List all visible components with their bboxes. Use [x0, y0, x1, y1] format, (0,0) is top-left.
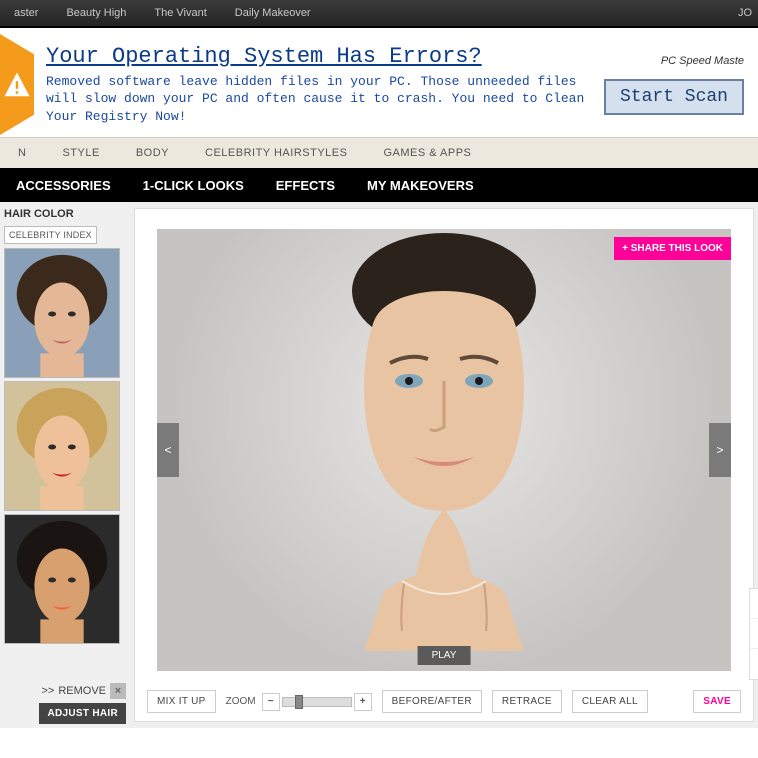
- network-link[interactable]: Daily Makeover: [221, 7, 325, 19]
- warning-icon: [0, 34, 34, 135]
- network-link[interactable]: aster: [0, 7, 52, 19]
- play-button[interactable]: PLAY: [418, 646, 471, 665]
- canvas: + SHARE THIS LOOK < > PLAY: [147, 219, 741, 680]
- nav-item[interactable]: CELEBRITY HAIRSTYLES: [187, 147, 365, 159]
- secondary-nav: N STYLE BODY CELEBRITY HAIRSTYLES GAMES …: [0, 138, 758, 168]
- celeb-thumb[interactable]: [4, 381, 120, 511]
- sidebar: HAIR COLOR CELEBRITY INDEX >> REMOVE × A…: [0, 202, 130, 728]
- ad-body: Removed software leave hidden files in y…: [46, 73, 592, 126]
- next-button[interactable]: >: [709, 423, 731, 477]
- bottom-toolbar: MIX IT UP ZOOM − + BEFORE/AFTER RETRACE …: [135, 684, 753, 721]
- ad-headline: Your Operating System Has Errors?: [46, 44, 592, 69]
- zoom-in-button[interactable]: +: [354, 693, 372, 711]
- network-link[interactable]: Beauty High: [52, 7, 140, 19]
- celebrity-index-tab[interactable]: CELEBRITY INDEX: [4, 226, 97, 244]
- mix-it-up-button[interactable]: MIX IT UP: [147, 690, 216, 713]
- zoom-control: ZOOM − +: [226, 693, 372, 711]
- tab-1click-looks[interactable]: 1-CLICK LOOKS: [127, 178, 260, 193]
- main-area: HAIR COLOR CELEBRITY INDEX >> REMOVE × A…: [0, 202, 758, 728]
- share-this-look-button[interactable]: + SHARE THIS LOOK: [614, 237, 731, 260]
- prev-button[interactable]: <: [157, 423, 179, 477]
- save-button[interactable]: SAVE: [693, 690, 741, 713]
- close-icon[interactable]: ×: [110, 683, 126, 699]
- model-illustration: [294, 231, 594, 651]
- print-icon[interactable]: [750, 589, 758, 619]
- retrace-button[interactable]: RETRACE: [492, 690, 562, 713]
- ad-copy: Your Operating System Has Errors? Remove…: [34, 44, 604, 126]
- start-scan-button[interactable]: Start Scan: [604, 79, 744, 115]
- zoom-slider[interactable]: [282, 697, 352, 707]
- remove-button[interactable]: REMOVE: [58, 685, 106, 697]
- zoom-label: ZOOM: [226, 696, 256, 707]
- nav-item[interactable]: BODY: [118, 147, 187, 159]
- celeb-thumb[interactable]: [4, 248, 120, 378]
- zoom-slider-thumb[interactable]: [295, 695, 303, 709]
- network-links: aster Beauty High The Vivant Daily Makeo…: [0, 7, 325, 19]
- download-icon[interactable]: [750, 619, 758, 649]
- celeb-thumb[interactable]: [4, 514, 120, 644]
- top-right-link[interactable]: JO: [738, 7, 758, 19]
- save-disk-icon[interactable]: [750, 649, 758, 679]
- nav-item[interactable]: GAMES & APPS: [365, 147, 489, 159]
- remove-row: >> REMOVE ×: [41, 683, 126, 699]
- zoom-out-button[interactable]: −: [262, 693, 280, 711]
- sidebar-heading: HAIR COLOR: [0, 202, 130, 226]
- model-image: + SHARE THIS LOOK < > PLAY: [157, 229, 731, 671]
- network-link[interactable]: The Vivant: [140, 7, 220, 19]
- adjust-hair-button[interactable]: ADJUST HAIR: [39, 703, 126, 724]
- before-after-button[interactable]: BEFORE/AFTER: [382, 690, 482, 713]
- canvas-panel: + SHARE THIS LOOK < > PLAY MIX IT UP ZOO…: [134, 208, 754, 722]
- remove-arrows: >>: [41, 685, 54, 697]
- tool-tabs: ACCESSORIES 1-CLICK LOOKS EFFECTS MY MAK…: [0, 168, 758, 202]
- top-network-bar: aster Beauty High The Vivant Daily Makeo…: [0, 0, 758, 28]
- tab-accessories[interactable]: ACCESSORIES: [0, 178, 127, 193]
- nav-item[interactable]: N: [0, 147, 44, 159]
- canvas-side-tools: [749, 588, 758, 680]
- tab-my-makeovers[interactable]: MY MAKEOVERS: [351, 178, 490, 193]
- ad-banner: Your Operating System Has Errors? Remove…: [0, 28, 758, 138]
- nav-item[interactable]: STYLE: [44, 147, 117, 159]
- celeb-thumbs: [0, 248, 130, 644]
- tab-effects[interactable]: EFFECTS: [260, 178, 351, 193]
- clear-all-button[interactable]: CLEAR ALL: [572, 690, 648, 713]
- ad-product-name: PC Speed Maste: [661, 55, 744, 67]
